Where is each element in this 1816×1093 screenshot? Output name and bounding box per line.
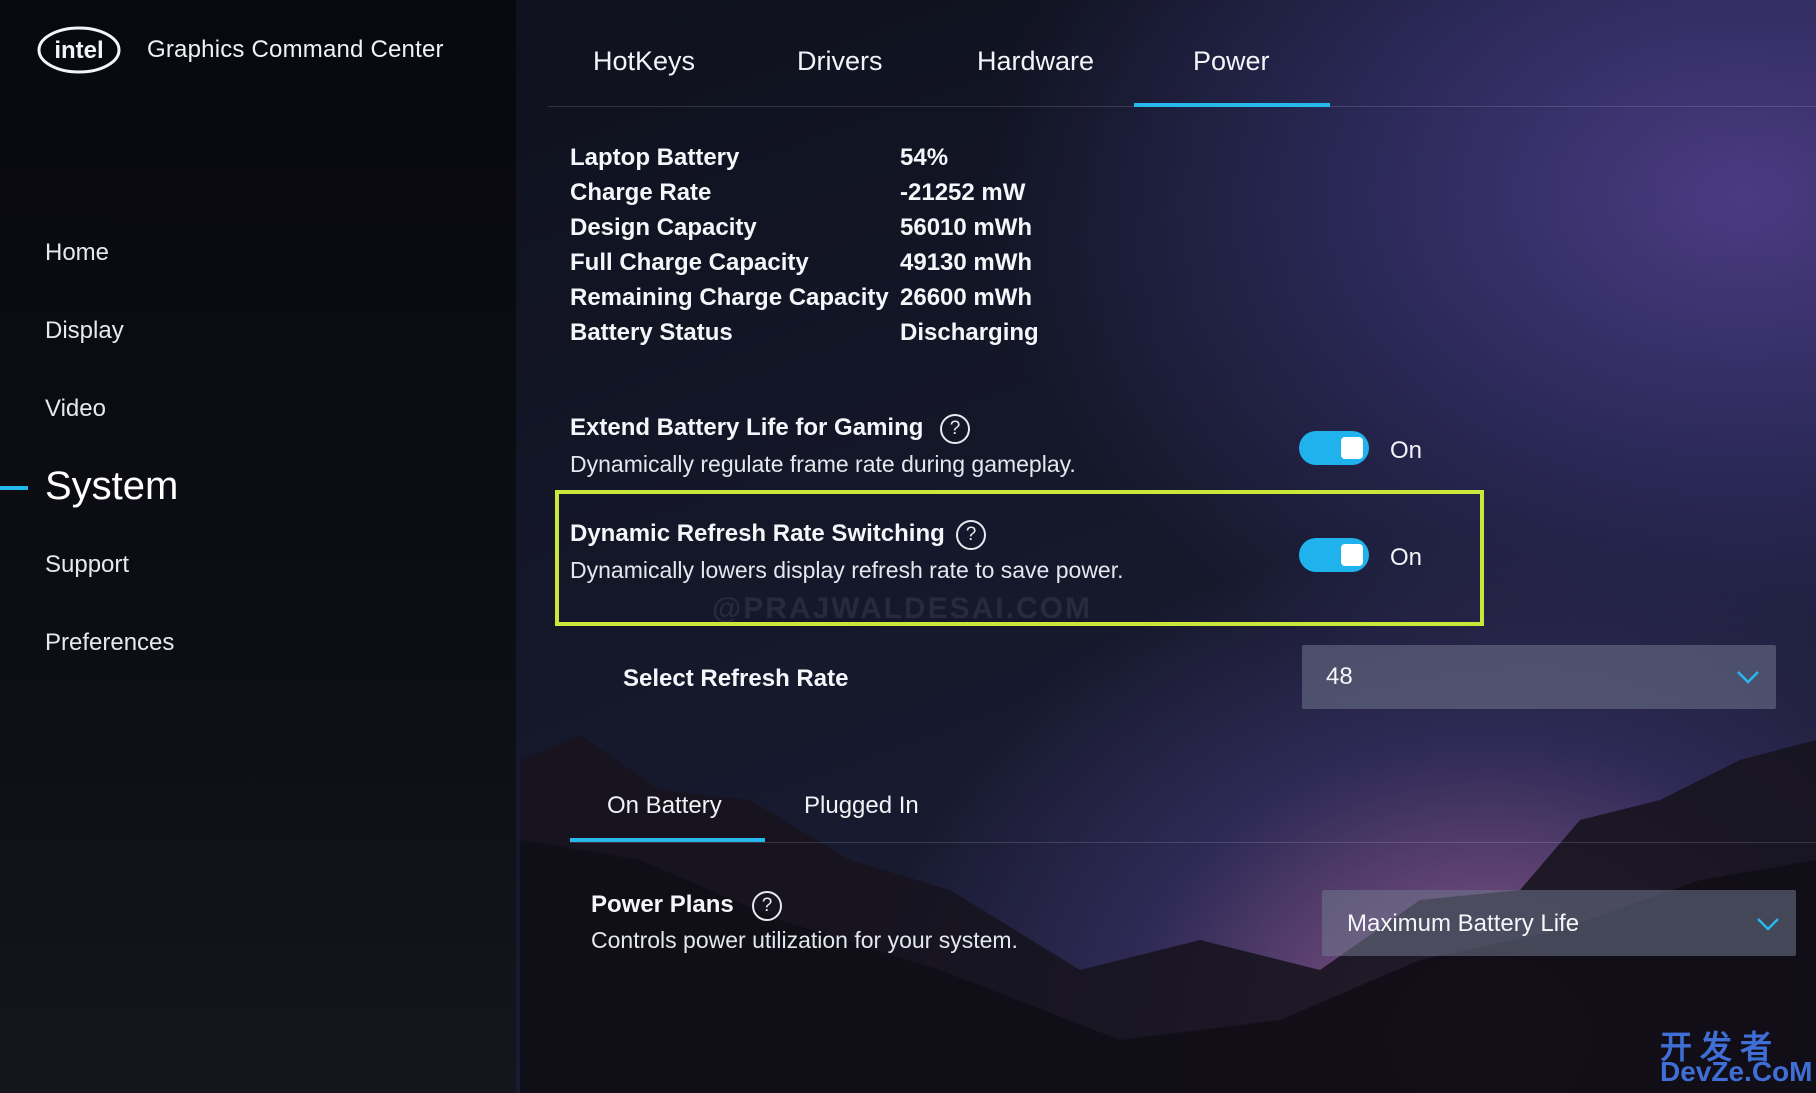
sidebar xyxy=(0,0,516,1093)
app-title: Graphics Command Center xyxy=(147,36,444,63)
subtab-on-battery[interactable]: On Battery xyxy=(607,792,722,820)
sidebar-item-home[interactable]: Home xyxy=(45,239,109,267)
sidebar-item-preferences[interactable]: Preferences xyxy=(45,629,174,657)
extend-battery-title: Extend Battery Life for Gaming xyxy=(570,414,924,441)
chevron-down-icon xyxy=(1757,918,1779,931)
site-watermark-en: DevZe.CoM xyxy=(1660,1056,1813,1087)
tab-hardware[interactable]: Hardware xyxy=(977,46,1094,77)
help-icon[interactable]: ? xyxy=(752,891,782,921)
battery-info-label: Remaining Charge Capacity xyxy=(570,284,889,311)
help-icon[interactable]: ? xyxy=(956,520,986,550)
battery-info-value: 54% xyxy=(900,144,949,171)
sidebar-item-video[interactable]: Video xyxy=(45,395,106,423)
intel-logo: intel xyxy=(37,26,121,74)
sidebar-item-support[interactable]: Support xyxy=(45,551,129,579)
power-plans-dropdown[interactable]: Maximum Battery Life xyxy=(1322,890,1796,956)
tab-hotkeys[interactable]: HotKeys xyxy=(593,46,695,77)
sidebar-item-system[interactable]: System xyxy=(45,464,178,509)
power-plans-value: Maximum Battery Life xyxy=(1347,910,1580,937)
image-watermark: @PRAJWALDESAI.COM xyxy=(712,592,1092,625)
battery-info-label: Laptop Battery xyxy=(570,144,740,171)
toggle-knob xyxy=(1341,437,1363,459)
battery-info-label: Design Capacity xyxy=(570,214,757,241)
refresh-rate-value: 48 xyxy=(1326,663,1353,690)
battery-info-value: 56010 mWh xyxy=(900,214,1033,241)
battery-info-value: -21252 mW xyxy=(900,179,1026,206)
tab-power[interactable]: Power xyxy=(1193,46,1270,77)
active-nav-indicator xyxy=(0,486,28,490)
svg-text:intel: intel xyxy=(54,37,103,64)
active-subtab-indicator xyxy=(570,838,765,842)
battery-info-label: Charge Rate xyxy=(570,179,712,206)
dynamic-refresh-toggle[interactable] xyxy=(1299,538,1369,572)
tab-drivers[interactable]: Drivers xyxy=(797,46,883,77)
toggle-knob xyxy=(1341,544,1363,566)
battery-info-value: 26600 mWh xyxy=(900,284,1033,311)
subtab-plugged-in[interactable]: Plugged In xyxy=(804,792,919,820)
dynamic-refresh-state: On xyxy=(1390,544,1423,571)
battery-info-label: Battery Status xyxy=(570,319,733,346)
extend-battery-description: Dynamically regulate frame rate during g… xyxy=(570,451,1076,477)
extend-battery-state: On xyxy=(1390,437,1423,464)
subtabs-divider xyxy=(570,842,1816,843)
battery-info-value: Discharging xyxy=(900,319,1039,346)
battery-info-label: Full Charge Capacity xyxy=(570,249,809,276)
refresh-rate-label: Select Refresh Rate xyxy=(623,665,849,692)
dynamic-refresh-description: Dynamically lowers display refresh rate … xyxy=(570,557,1124,583)
dynamic-refresh-title: Dynamic Refresh Rate Switching xyxy=(570,520,945,547)
power-plans-description: Controls power utilization for your syst… xyxy=(591,927,1018,953)
refresh-rate-dropdown[interactable]: 48 xyxy=(1302,645,1776,709)
power-plans-title: Power Plans xyxy=(591,891,734,918)
help-icon[interactable]: ? xyxy=(940,414,970,444)
chevron-down-icon xyxy=(1737,671,1759,684)
battery-info-value: 49130 mWh xyxy=(900,249,1033,276)
extend-battery-toggle[interactable] xyxy=(1299,431,1369,465)
sidebar-item-display[interactable]: Display xyxy=(45,317,124,345)
active-tab-indicator xyxy=(1134,103,1330,107)
